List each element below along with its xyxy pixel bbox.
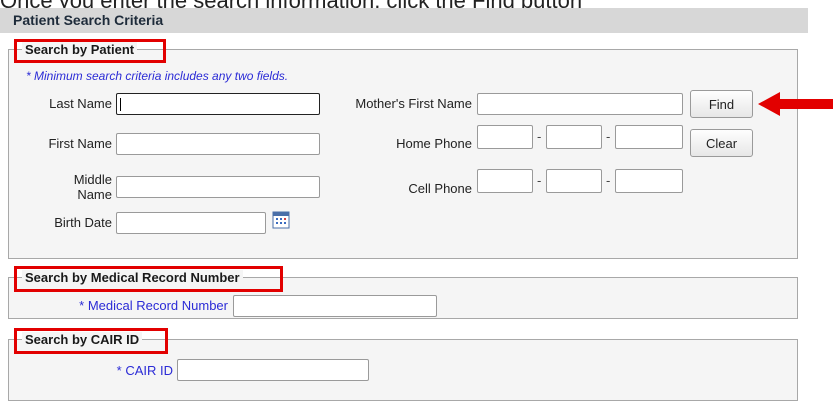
highlight-box-cair	[14, 328, 168, 354]
phone-separator: -	[537, 129, 542, 144]
phone-separator: -	[606, 173, 611, 188]
last-name-label: Last Name	[49, 96, 112, 111]
cair-id-input[interactable]	[177, 359, 369, 381]
find-button[interactable]: Find	[690, 90, 753, 118]
phone-separator: -	[537, 173, 542, 188]
first-name-label: First Name	[48, 136, 112, 151]
home-phone-area-input[interactable]	[477, 125, 533, 149]
birth-date-label: Birth Date	[54, 215, 112, 230]
last-name-input[interactable]	[116, 93, 320, 115]
cair-id-label: * CAIR ID	[116, 363, 173, 378]
middle-name-label: Middle Name	[20, 172, 112, 202]
medical-record-number-label: * Medical Record Number	[79, 298, 228, 313]
home-phone-label: Home Phone	[396, 136, 472, 151]
birth-date-input[interactable]	[116, 212, 266, 234]
cell-phone-label: Cell Phone	[408, 181, 472, 196]
cell-phone-area-input[interactable]	[477, 169, 533, 193]
minimum-criteria-note: * Minimum search criteria includes any t…	[26, 69, 289, 83]
highlight-box-patient	[14, 39, 166, 63]
home-phone-line-input[interactable]	[615, 125, 683, 149]
medical-record-number-input[interactable]	[233, 295, 437, 317]
calendar-icon[interactable]	[272, 211, 290, 229]
middle-name-input[interactable]	[116, 176, 320, 198]
clear-button[interactable]: Clear	[690, 129, 753, 157]
mothers-first-name-input[interactable]	[477, 93, 683, 115]
middle-name-label-line1: Middle	[73, 172, 112, 187]
middle-name-label-line2: Name	[77, 187, 112, 202]
red-arrow-icon	[758, 92, 833, 116]
first-name-input[interactable]	[116, 133, 320, 155]
home-phone-prefix-input[interactable]	[546, 125, 602, 149]
mothers-first-name-label: Mother's First Name	[355, 96, 472, 111]
page-title: Patient Search Criteria	[13, 12, 164, 28]
cell-phone-line-input[interactable]	[615, 169, 683, 193]
highlight-box-mrn	[14, 266, 283, 292]
text-caret	[120, 98, 121, 111]
phone-separator: -	[606, 129, 611, 144]
cell-phone-prefix-input[interactable]	[546, 169, 602, 193]
